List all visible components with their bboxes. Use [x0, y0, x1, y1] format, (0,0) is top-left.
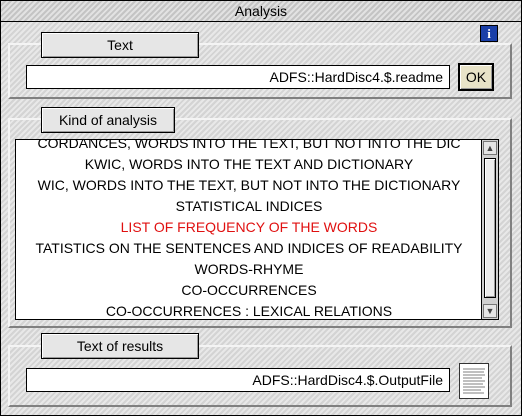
- list-item[interactable]: CO-OCCURRENCES : LEXICAL RELATIONS: [16, 301, 482, 319]
- vertical-scrollbar[interactable]: ▲ ▼: [481, 140, 498, 319]
- list-item[interactable]: STATISTICAL INDICES: [16, 196, 482, 217]
- window-title: Analysis: [234, 3, 288, 19]
- title-bar[interactable]: Analysis: [1, 1, 521, 22]
- list-item[interactable]: CORDANCES, WORDS INTO THE TEXT, BUT NOT …: [16, 140, 482, 154]
- text-file-lines: [463, 368, 485, 394]
- list-item[interactable]: WIC, WORDS INTO THE TEXT, BUT NOT INTO T…: [16, 175, 482, 196]
- list-item[interactable]: WORDS-RHYME: [16, 259, 482, 280]
- ok-button[interactable]: OK: [458, 63, 494, 91]
- analysis-window: Analysis i Text ADFS::HardDisc4.$.readme…: [0, 0, 522, 416]
- text-path-field[interactable]: ADFS::HardDisc4.$.readme: [26, 65, 450, 89]
- scroll-down-arrow-icon[interactable]: ▼: [483, 304, 497, 318]
- scroll-up-arrow-icon[interactable]: ▲: [483, 141, 497, 155]
- list-item[interactable]: LIST OF FREQUENCY OF THE WORDS: [16, 217, 482, 238]
- text-group-label: Text: [41, 32, 199, 58]
- results-group-label: Text of results: [41, 333, 199, 359]
- analysis-list-items: CORDANCES, WORDS INTO THE TEXT, BUT NOT …: [16, 140, 482, 319]
- text-file-icon[interactable]: [459, 363, 489, 399]
- list-item[interactable]: KWIC, WORDS INTO THE TEXT AND DICTIONARY: [16, 154, 482, 175]
- list-item[interactable]: CO-OCCURRENCES: [16, 280, 482, 301]
- analysis-list[interactable]: CORDANCES, WORDS INTO THE TEXT, BUT NOT …: [15, 139, 499, 320]
- results-path-field[interactable]: ADFS::HardDisc4.$.OutputFile: [26, 368, 450, 392]
- list-item[interactable]: TATISTICS ON THE SENTENCES AND INDICES O…: [16, 238, 482, 259]
- info-icon[interactable]: i: [480, 25, 498, 42]
- scroll-thumb[interactable]: [484, 158, 496, 298]
- analysis-group-label: Kind of analysis: [41, 107, 175, 133]
